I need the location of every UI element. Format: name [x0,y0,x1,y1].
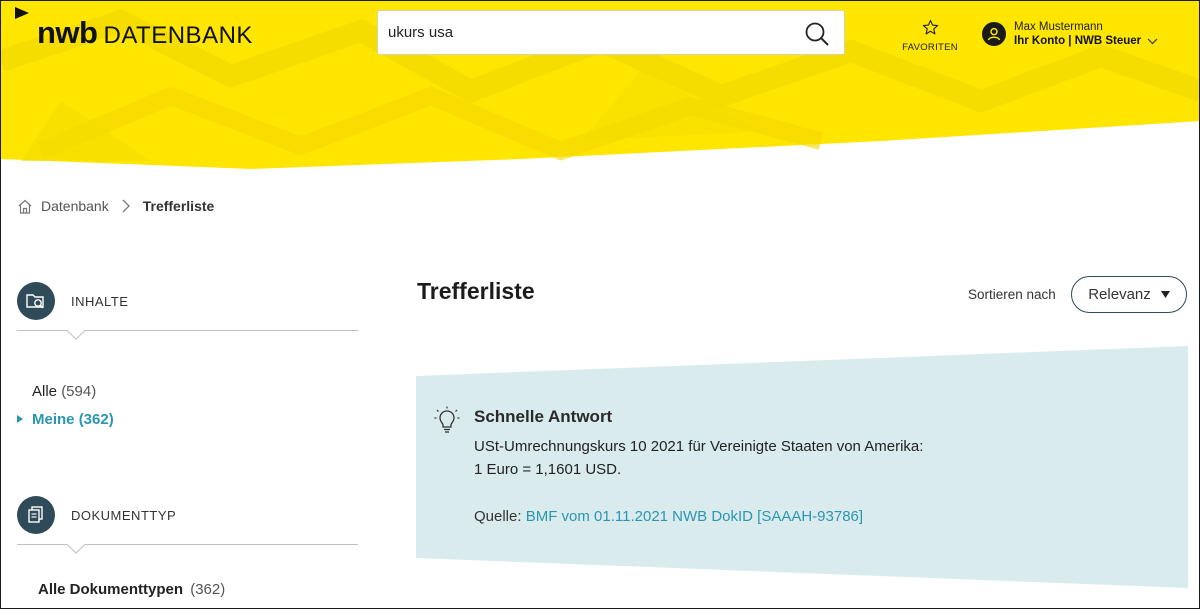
facet-item-meine[interactable]: Meine (362) [32,411,114,428]
star-icon [922,19,938,35]
breadcrumb-current: Trefferliste [142,198,215,214]
logo-brand: nwb [37,15,98,50]
account-label: Ihr Konto | NWB Steuer [1014,35,1142,47]
corner-flag-icon [15,7,29,19]
breadcrumb: Datenbank Trefferliste [17,198,214,214]
home-icon[interactable] [17,199,33,214]
search-box [377,10,845,55]
facet-header-inhalte[interactable]: INHALTE [17,282,128,320]
search-input[interactable] [388,24,788,41]
facet-header-dokumenttyp[interactable]: DOKUMENTTYP [17,496,176,534]
page-title: Trefferliste [417,278,535,304]
facet-title-dokumenttyp: DOKUMENTTYP [71,507,177,523]
favorites-button[interactable]: FAVORITEN [901,19,959,53]
source-label: Quelle: [474,508,522,525]
facet-item-alle[interactable]: Alle (594) [32,383,96,400]
account-text: Max Mustermann Ihr Konto | NWB Steuer [1014,20,1158,48]
quick-answer-title: Schnelle Antwort [474,407,613,426]
facet-divider [17,330,358,340]
avatar [982,22,1006,46]
quick-answer-line-1: USt-Umrechnungskurs 10 2021 für Vereinig… [474,438,924,455]
selected-arrow-icon [17,415,23,423]
sort-label: Sortieren nach [968,287,1056,302]
chevron-right-icon [122,199,130,213]
nwb-logo[interactable]: nwb DATENBANK [37,15,253,51]
search-icon[interactable] [804,21,830,47]
facet-item-label: Alle Dokumenttypen [38,581,184,598]
breadcrumb-home[interactable]: Datenbank [41,198,109,214]
quick-answer-line-2: 1 Euro = 1,1601 USD. [474,461,622,478]
folder-search-icon [17,282,55,320]
quick-answer-source: Quelle: BMF vom 01.11.2021 NWB DokID [SA… [474,508,863,525]
facet-item-label: Alle [32,383,58,400]
facet-item-count: (594) [61,383,97,400]
documents-icon [17,496,55,534]
facet-item-count: (362) [78,411,114,428]
chevron-down-icon[interactable] [1147,38,1158,45]
favorites-label: FAVORITEN [902,42,958,53]
user-icon [987,27,1001,41]
facet-item-label: Meine [32,411,75,428]
caret-down-icon [1160,291,1170,298]
facet-title-inhalte: INHALTE [71,293,129,309]
logo-sub: DATENBANK [103,22,253,49]
facet-item-count: (362) [190,581,226,598]
account-menu[interactable]: Max Mustermann Ihr Konto | NWB Steuer [982,20,1158,48]
sort-dropdown[interactable]: Relevanz [1071,276,1187,313]
source-link[interactable]: BMF vom 01.11.2021 NWB DokID [SAAAH-9378… [526,508,863,525]
facet-item-alle-dokumenttypen[interactable]: Alle Dokumenttypen (362) [38,581,225,598]
sort-value: Relevanz [1088,286,1151,303]
app-window: nwb DATENBANK FAVORITEN Max Mustermann I… [0,0,1200,609]
lightbulb-icon [434,406,460,433]
user-name: Max Mustermann [1014,21,1103,33]
facet-divider [17,544,358,554]
